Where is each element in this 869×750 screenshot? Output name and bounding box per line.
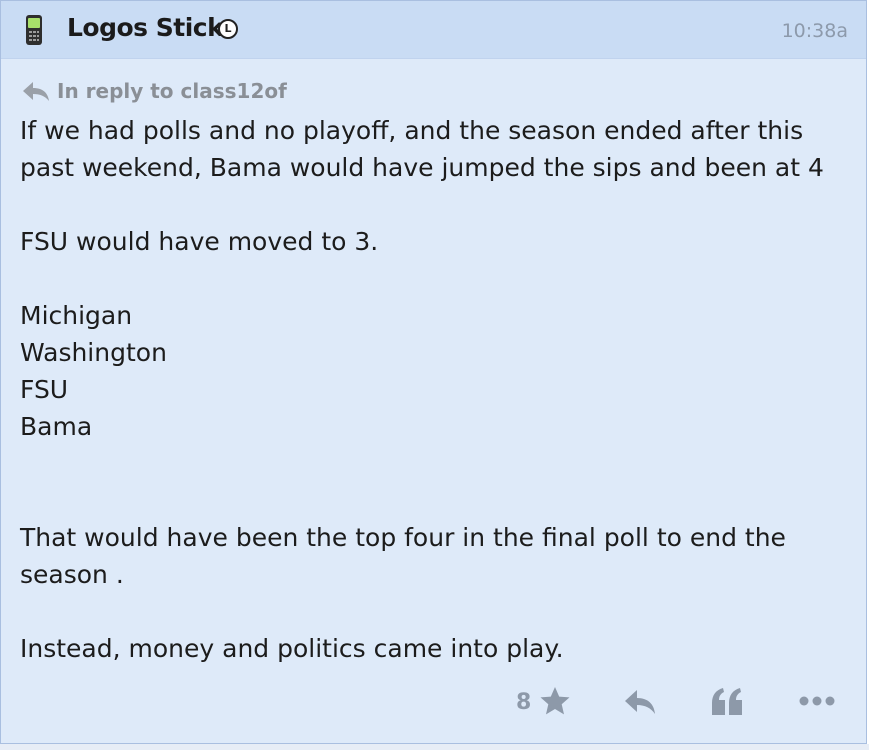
star-count: 8: [516, 690, 532, 715]
post-card: Logos Stick L 10:38a In reply to class12…: [0, 0, 867, 744]
reply-icon[interactable]: [623, 688, 657, 716]
author-name[interactable]: Logos Stick: [67, 13, 224, 42]
body-line: [20, 593, 850, 630]
body-line: Instead, money and politics came into pl…: [20, 634, 564, 663]
star-icon[interactable]: [539, 685, 571, 717]
post-actions: 8: [1, 681, 866, 725]
post-header: Logos Stick L 10:38a: [1, 1, 866, 59]
body-line: Washington: [20, 338, 167, 367]
post-body: If we had polls and no playoff, and the …: [20, 112, 850, 667]
body-line: That would have been the top four in the…: [20, 523, 786, 552]
post-timestamp: 10:38a: [781, 20, 848, 42]
body-line: season .: [20, 560, 124, 589]
body-line: FSU: [20, 375, 69, 404]
body-line: [20, 186, 850, 223]
reply-arrow-icon: [23, 82, 49, 101]
body-line: FSU would have moved to 3.: [20, 227, 379, 256]
body-line: Bama: [20, 412, 93, 441]
body-line: past weekend, Bama would have jumped the…: [20, 153, 824, 182]
quote-icon[interactable]: [710, 687, 744, 717]
phone-device-icon: [26, 15, 42, 45]
in-reply-to-text: In reply to class12of: [57, 79, 287, 103]
body-line: [20, 260, 850, 297]
in-reply-to-link[interactable]: In reply to class12of: [21, 78, 287, 104]
more-icon[interactable]: [799, 695, 835, 707]
body-line: [20, 482, 850, 519]
body-line: Michigan: [20, 301, 133, 330]
body-line: If we had polls and no playoff, and the …: [20, 116, 804, 145]
user-level-badge: L: [218, 19, 238, 39]
body-line: [20, 445, 850, 482]
post-separator: [0, 744, 869, 750]
